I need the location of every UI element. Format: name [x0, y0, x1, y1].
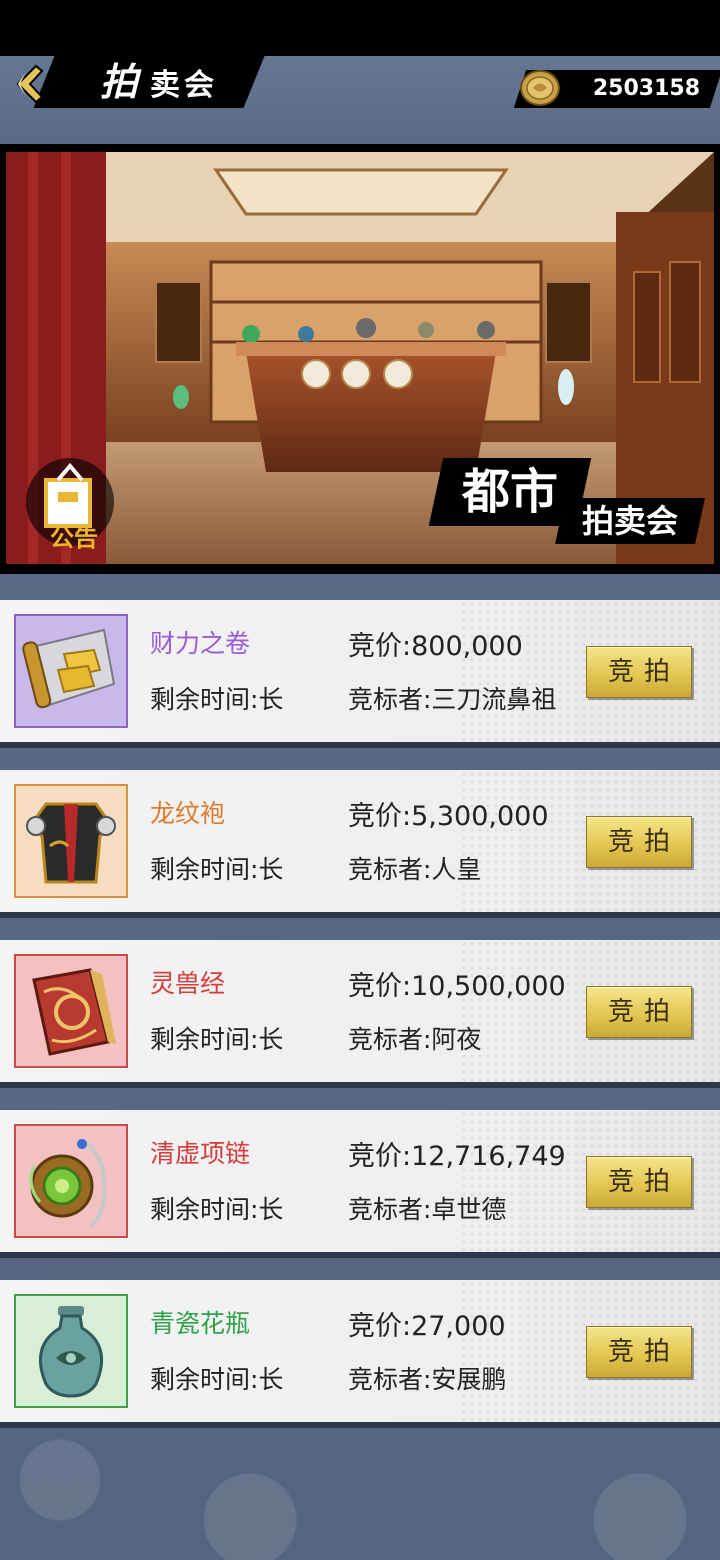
gold-scroll-icon: [22, 628, 116, 709]
auction-row: 财力之卷 剩余时间:长 竞价:800,000 竞标者:三刀流鼻祖 竞拍: [0, 600, 720, 742]
jade-necklace-icon: [29, 1138, 107, 1228]
bid-button[interactable]: 竞拍: [586, 816, 692, 868]
chevron-left-icon: [16, 64, 44, 104]
status-bar: [0, 0, 720, 56]
gold-coin-icon: [520, 70, 560, 106]
remaining-time: 剩余时间:长: [150, 685, 284, 714]
banner-title-line2-text: 拍卖会: [581, 502, 678, 540]
item-icon-frame[interactable]: [14, 614, 128, 728]
page-title: 拍卖会: [100, 60, 218, 104]
top-bidder: 竞标者:人皇: [348, 855, 482, 884]
item-icon-frame[interactable]: [14, 954, 128, 1068]
current-bid: 竞价:10,500,000: [348, 971, 566, 1002]
item-icon-frame[interactable]: [14, 1124, 128, 1238]
current-bid: 竞价:5,300,000: [348, 801, 549, 832]
banner-title-line2: 拍卖会: [555, 498, 705, 544]
item-name: 龙纹袍: [150, 799, 226, 828]
back-button[interactable]: [0, 56, 80, 108]
item-icon-frame[interactable]: [14, 1294, 128, 1408]
current-bid: 竞价:800,000: [348, 631, 523, 662]
remaining-time: 剩余时间:长: [150, 1025, 284, 1054]
currency-amount: 2503158: [592, 76, 700, 101]
top-bidder: 竞标者:三刀流鼻祖: [348, 685, 557, 714]
top-bidder: 竞标者:阿夜: [348, 1025, 482, 1054]
item-name: 青瓷花瓶: [150, 1309, 251, 1338]
dragon-robe-icon: [26, 802, 116, 884]
top-bidder: 竞标者:安展鹏: [348, 1365, 507, 1394]
bid-button[interactable]: 竞拍: [586, 986, 692, 1038]
remaining-time: 剩余时间:长: [150, 855, 284, 884]
auction-row: 清虚项链 剩余时间:长 竞价:12,716,749 竞标者:卓世德 竞拍: [0, 1110, 720, 1252]
bid-button[interactable]: 竞拍: [586, 1156, 692, 1208]
auction-row: 龙纹袍 剩余时间:长 竞价:5,300,000 竞标者:人皇 竞拍: [0, 770, 720, 912]
page-title-big: 拍: [100, 60, 143, 104]
bid-button[interactable]: 竞拍: [586, 1326, 692, 1378]
beast-scripture-book-icon: [32, 968, 116, 1056]
item-icon-frame[interactable]: [14, 784, 128, 898]
remaining-time: 剩余时间:长: [150, 1195, 284, 1224]
celadon-vase-icon: [38, 1306, 104, 1398]
auction-row: 青瓷花瓶 剩余时间:长 竞价:27,000 竞标者:安展鹏 竞拍: [0, 1280, 720, 1422]
page-title-rest: 卖会: [150, 68, 219, 103]
remaining-time: 剩余时间:长: [150, 1365, 284, 1394]
item-name: 财力之卷: [150, 629, 251, 658]
bid-button[interactable]: 竞拍: [586, 646, 692, 698]
auction-row: 灵兽经 剩余时间:长 竞价:10,500,000 竞标者:阿夜 竞拍: [0, 940, 720, 1082]
item-name: 清虚项链: [150, 1139, 251, 1168]
notice-label: 公告: [50, 524, 98, 552]
item-name: 灵兽经: [150, 969, 226, 998]
top-bidder: 竞标者:卓世德: [348, 1195, 507, 1224]
current-bid: 竞价:27,000: [348, 1311, 506, 1342]
current-bid: 竞价:12,716,749: [348, 1141, 566, 1172]
